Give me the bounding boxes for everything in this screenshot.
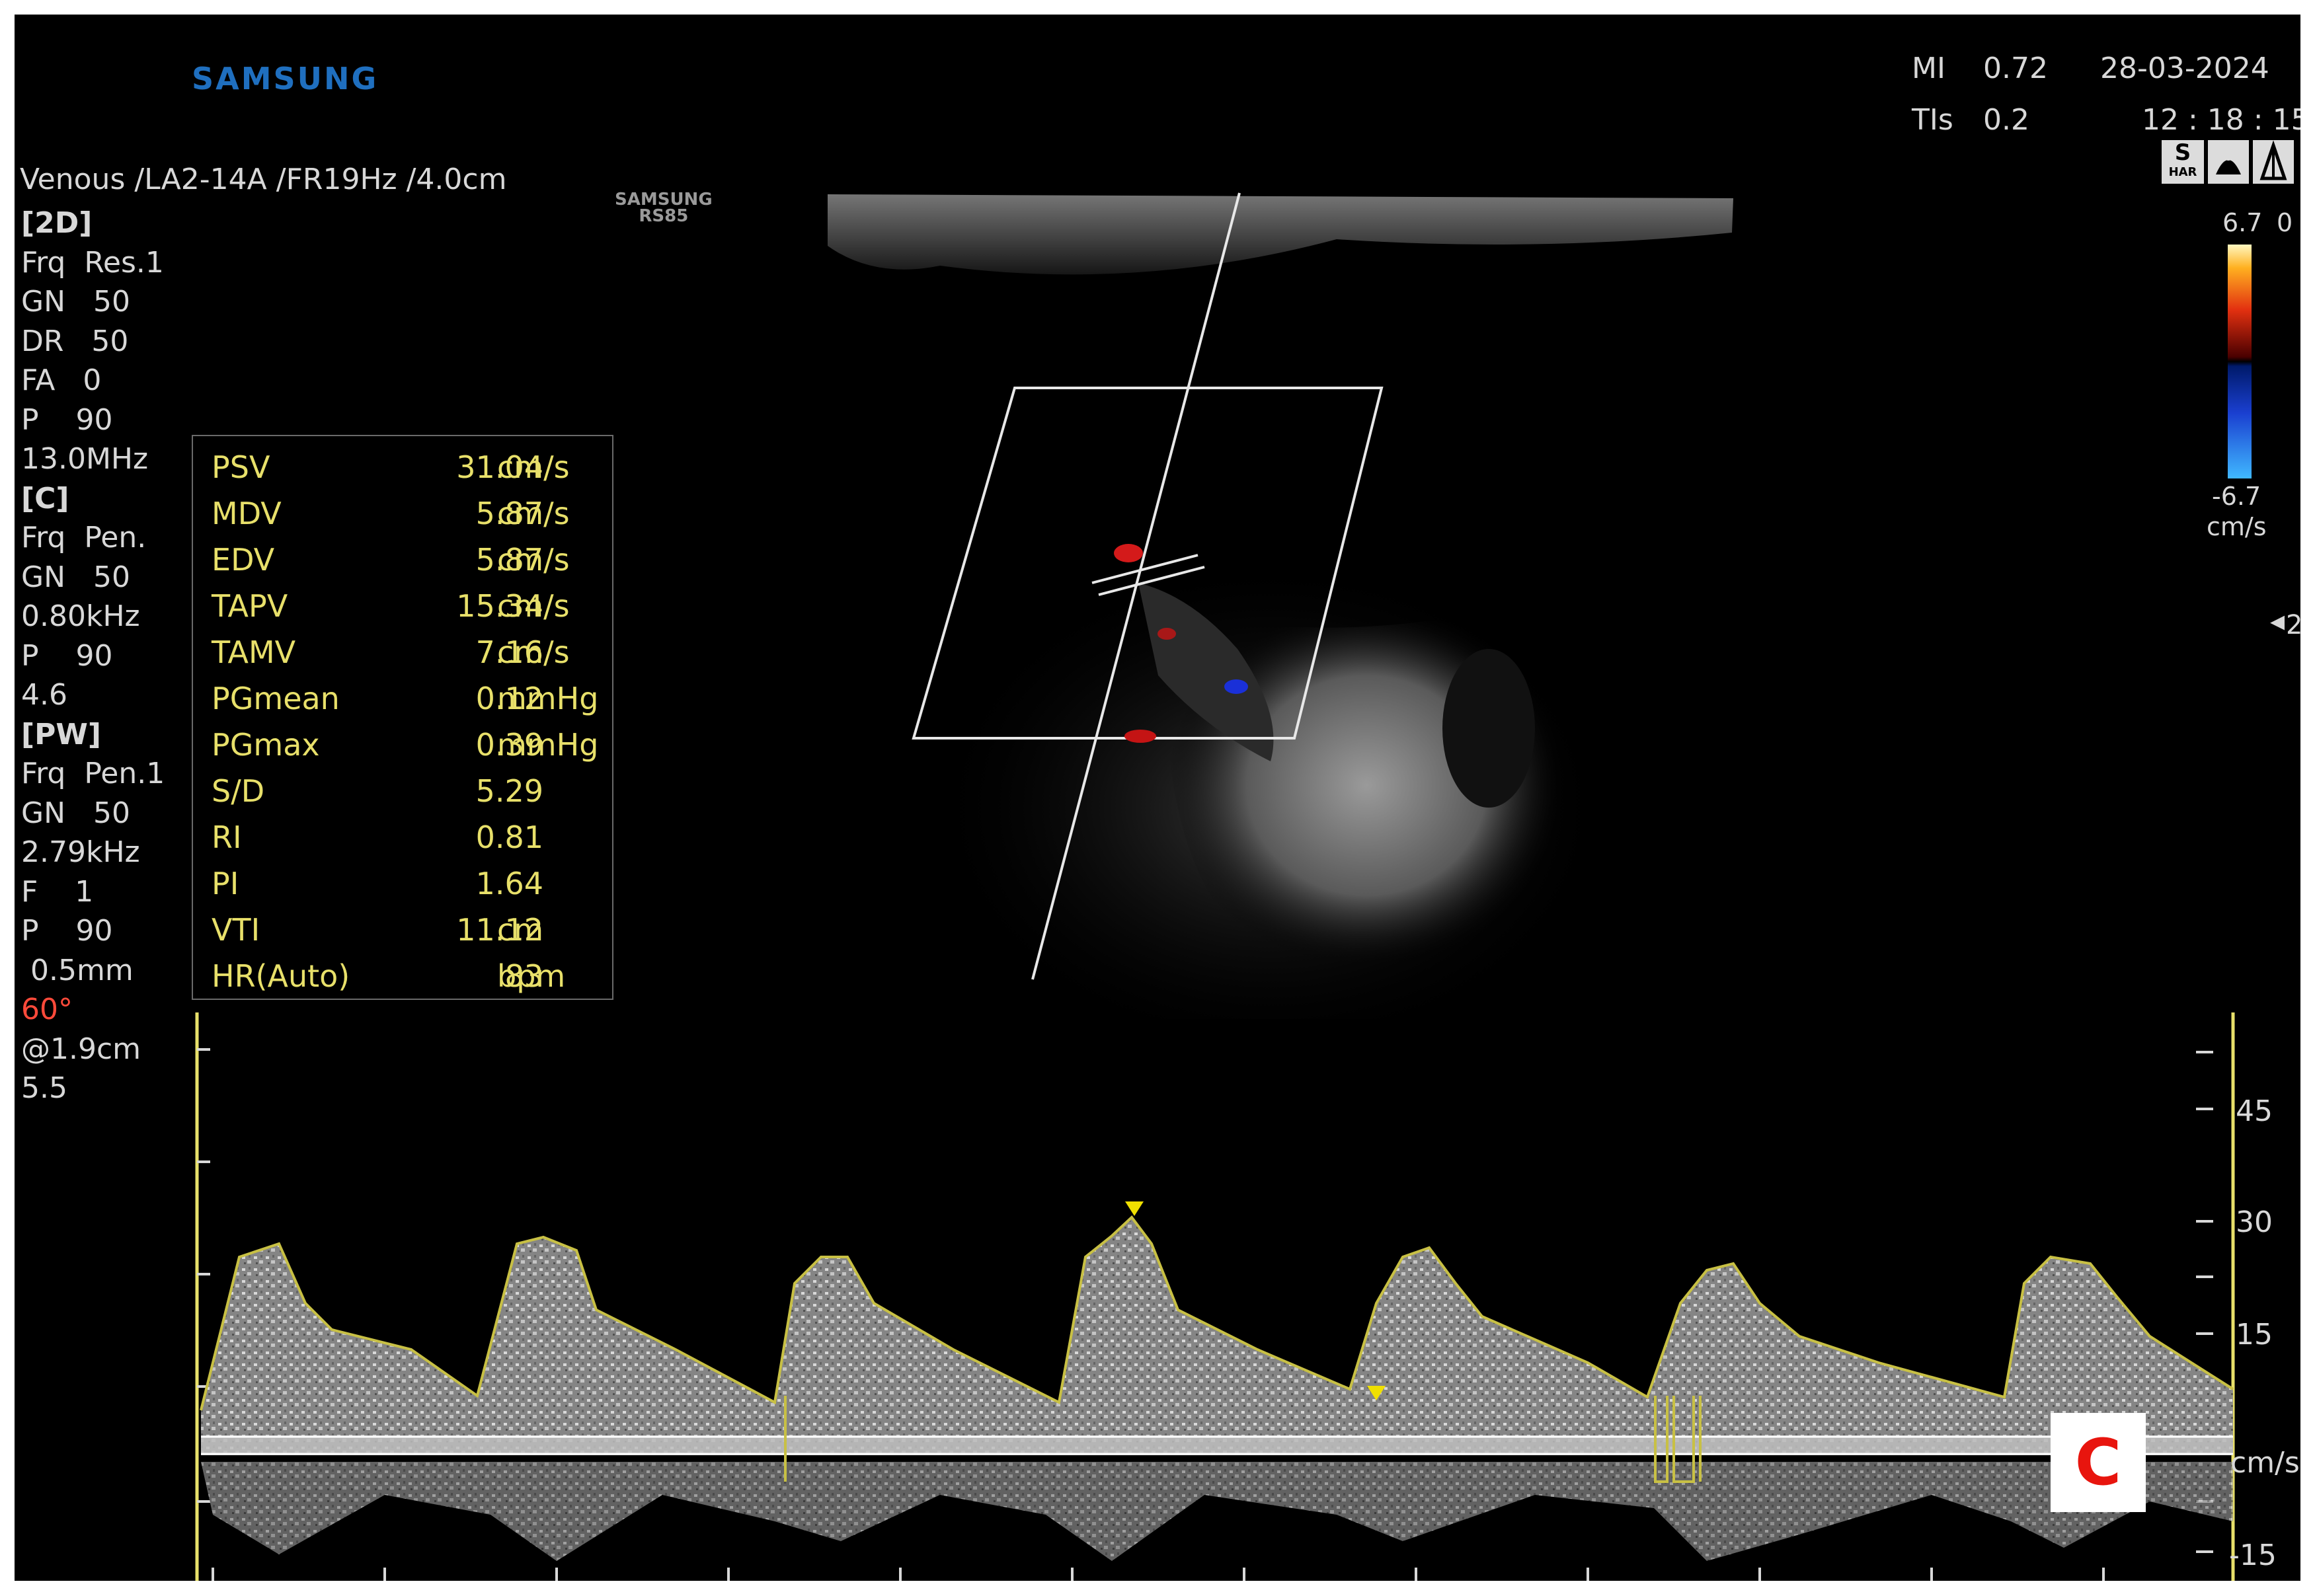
measurement-unit: cm — [497, 912, 544, 948]
measurement-row: MDV 5.87 cm/s — [193, 489, 612, 535]
parameter-row: GN 50 — [21, 285, 130, 319]
measurement-row: PI 1.64 — [193, 859, 612, 905]
measurement-name: PSV — [212, 449, 270, 485]
measurement-row: PGmax 0.39 mmHg — [193, 720, 612, 767]
skin-layer — [828, 194, 1733, 275]
measurement-value: 5.29 — [475, 773, 543, 809]
parameter-row: 0.5mm — [21, 953, 134, 987]
measurement-unit: cm/s — [497, 496, 570, 531]
measurement-row: TAMV 7.16 cm/s — [193, 628, 612, 674]
parameter-row: 0.80kHz — [21, 599, 140, 633]
measurement-name: MDV — [212, 496, 282, 531]
ultrasound-screen: SAMSUNG MI 0.72 28-03-2024 TIs 0.2 12 : … — [15, 15, 2300, 1581]
parameter-row: DR 50 — [21, 324, 129, 358]
watermark-model: RS85 — [639, 206, 689, 226]
parameter-row: P 90 — [21, 402, 113, 437]
parameter-row: 13.0MHz — [21, 442, 149, 476]
baseline-band — [201, 1435, 2233, 1455]
measurement-name: PGmean — [212, 681, 340, 716]
measurement-name: S/D — [212, 773, 265, 809]
measurement-row: VTI 11.12 cm — [193, 905, 612, 952]
parameter-row: 4.6 — [21, 678, 67, 712]
measurement-row: EDV 5.87 cm/s — [193, 535, 612, 582]
measurement-row: RI 0.81 — [193, 813, 612, 859]
flow-red-2 — [1158, 628, 1176, 640]
velocity-tick-45: 45 — [2236, 1094, 2273, 1128]
parameter-row: FA 0 — [21, 363, 102, 397]
parameter-row: F 1 — [21, 874, 94, 909]
parameter-row: Frq Pen. — [21, 521, 147, 554]
time-ticks — [212, 1568, 2105, 1581]
measurement-unit: cm/s — [497, 588, 570, 624]
hypoechoic-area — [1442, 649, 1535, 808]
parameter-row: [C] — [21, 481, 69, 515]
parameter-row: Frq Res.1 — [21, 245, 164, 280]
measurement-value: 0.81 — [475, 819, 543, 855]
measurement-row: S/D 5.29 — [193, 767, 612, 813]
velocity-tick-30: 30 — [2236, 1205, 2273, 1239]
measurement-name: PGmax — [212, 727, 320, 763]
measurement-row: TAPV 15.34 cm/s — [193, 582, 612, 628]
flow-blue — [1224, 679, 1248, 694]
measurement-row: PSV 31.04 cm/s — [193, 443, 612, 489]
measurement-name: RI — [212, 819, 242, 855]
measurement-row: PGmean 0.12 mmHg — [193, 674, 612, 720]
measurement-row: HR(Auto) 83 bpm — [193, 952, 612, 998]
probe-watermark: SAMSUNG RS85 — [615, 190, 713, 226]
measurement-name: EDV — [212, 542, 275, 578]
measurement-name: PI — [212, 866, 239, 901]
velocity-tick-neg15: -15 — [2229, 1539, 2277, 1572]
measurement-unit: cm/s — [497, 542, 570, 578]
parameter-row: GN 50 — [21, 796, 130, 830]
parameter-row: [2D] — [21, 206, 93, 240]
measurement-name: VTI — [212, 912, 260, 948]
watermark-brand: SAMSUNG — [615, 190, 713, 209]
spectral-doppler — [195, 1012, 2235, 1581]
panel-label: C — [2051, 1413, 2146, 1512]
velocity-unit: cm/s — [2230, 1446, 2300, 1480]
parameter-row: P 90 — [21, 638, 113, 673]
parameter-row: GN 50 — [21, 560, 130, 594]
parameter-row: 2.79kHz — [21, 835, 140, 869]
measurement-unit: cm/s — [497, 449, 570, 485]
measurement-name: TAMV — [212, 634, 296, 670]
measurement-panel: PSV 31.04 cm/s MDV 5.87 cm/s EDV 5.87 cm/s TAPV 15… — [192, 435, 613, 1000]
measurement-unit: mmHg — [497, 727, 599, 763]
reverse-flow-envelope — [201, 1462, 2233, 1561]
parameter-row: [PW] — [21, 717, 101, 751]
measurement-unit: bpm — [497, 958, 566, 994]
parameter-row: P 90 — [21, 914, 113, 948]
measurement-unit: cm/s — [497, 634, 570, 670]
flow-red-3 — [1124, 730, 1156, 743]
measurement-name: TAPV — [212, 588, 288, 624]
psv-marker — [1125, 1201, 1144, 1216]
measurement-unit: mmHg — [497, 681, 599, 716]
forward-flow-envelope — [201, 1217, 2233, 1455]
flow-red-1 — [1114, 544, 1143, 562]
velocity-tick-15: 15 — [2236, 1318, 2273, 1351]
parameter-row: Frq Pen.1 — [21, 757, 165, 790]
measurement-name: HR(Auto) — [212, 958, 350, 994]
measurement-value: 1.64 — [475, 866, 543, 901]
